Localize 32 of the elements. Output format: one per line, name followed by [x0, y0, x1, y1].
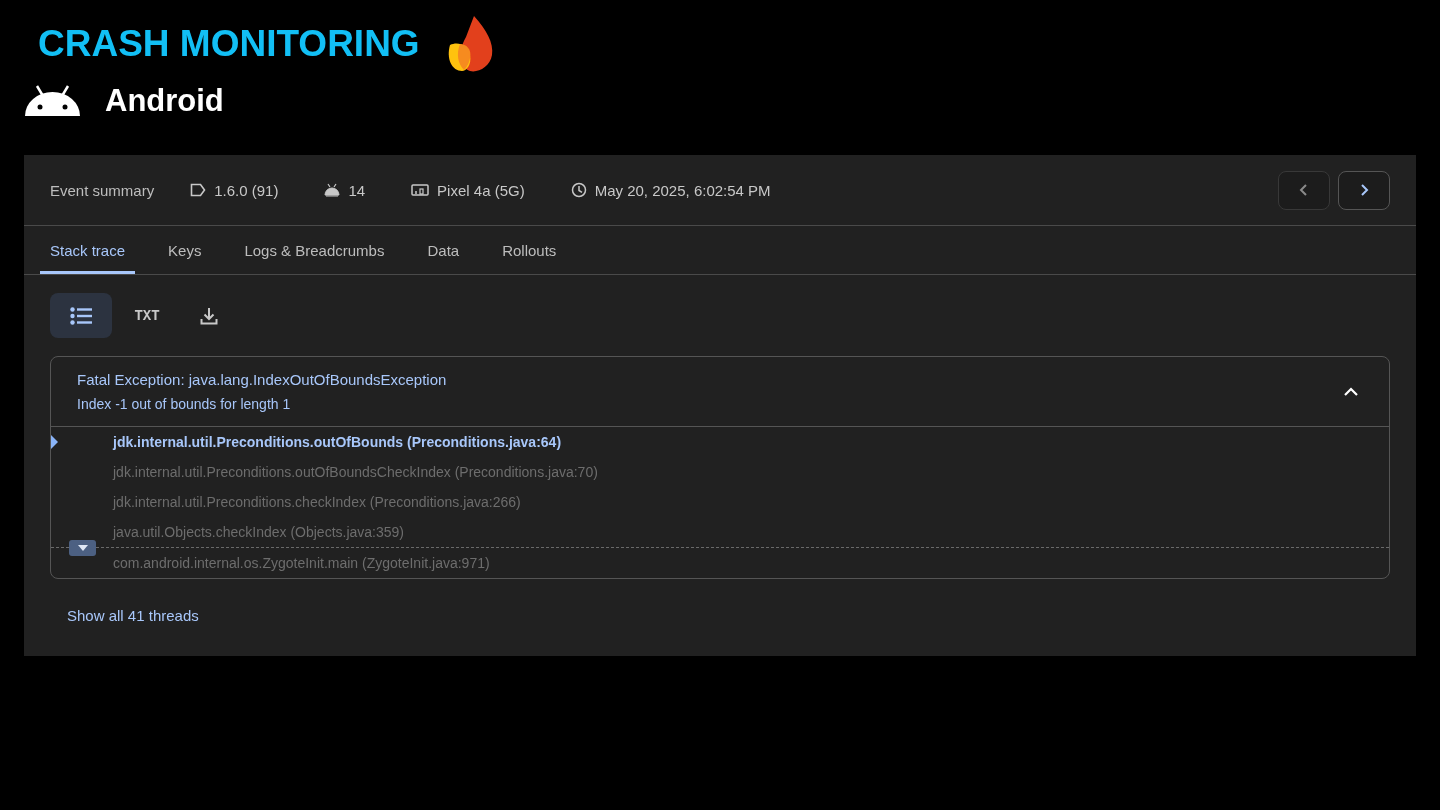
chevron-icon	[1343, 386, 1359, 397]
stack-frame: com.android.internal.os.ZygoteInit.main (ZygoteInit.java:971)	[113, 555, 490, 571]
expand-frames-button[interactable]	[69, 540, 96, 556]
stack-frame: jdk.internal.util.Preconditions.outOfBoundsCheckIndex (Preconditions.java:70)	[113, 464, 598, 480]
list-icon	[70, 306, 92, 325]
tab[interactable]: Stack trace	[40, 226, 136, 274]
list-view-button[interactable]	[50, 293, 112, 338]
stack-frame: jdk.internal.util.Preconditions.outOfBounds (Preconditions.java:64)	[113, 434, 562, 450]
caret-down-icon	[77, 545, 88, 551]
text-view-button[interactable]: TXT	[120, 293, 174, 338]
exception-title: Fatal Exception: java.lang.IndexOutOfBoundsException	[77, 371, 447, 388]
event-summary-label: Event summary	[50, 181, 155, 199]
show-threads-link[interactable]: Show all 41 threads	[67, 607, 199, 624]
clock-icon	[570, 182, 587, 198]
exception-message: Index -1 out of bounds for length 1	[77, 396, 292, 412]
tab[interactable]: Keys	[158, 226, 212, 274]
tab[interactable]: Data	[417, 226, 470, 274]
download-icon	[200, 306, 218, 325]
tab[interactable]: Logs & Breadcrumbs	[234, 226, 395, 274]
android-icon	[24, 85, 81, 117]
stack-frame: jdk.internal.util.Preconditions.checkIndex (Preconditions.java:266)	[113, 494, 521, 510]
summary-value: May 20, 2025, 6:02:54 PM	[594, 181, 771, 199]
stack-frame: java.util.Objects.checkIndex (Objects.java:359)	[113, 524, 405, 540]
platform-label: Android	[105, 83, 224, 119]
summary-value: 1.6.0 (91)	[214, 181, 279, 199]
summary-value: 14	[348, 181, 366, 199]
summary-value: Pixel 4a (5G)	[437, 181, 525, 199]
tab[interactable]: Rollouts	[492, 226, 567, 274]
device-icon	[411, 183, 430, 197]
tag-icon	[190, 183, 207, 197]
slide-title: CRASH MONITORING	[38, 23, 420, 65]
android-icon	[324, 183, 341, 197]
